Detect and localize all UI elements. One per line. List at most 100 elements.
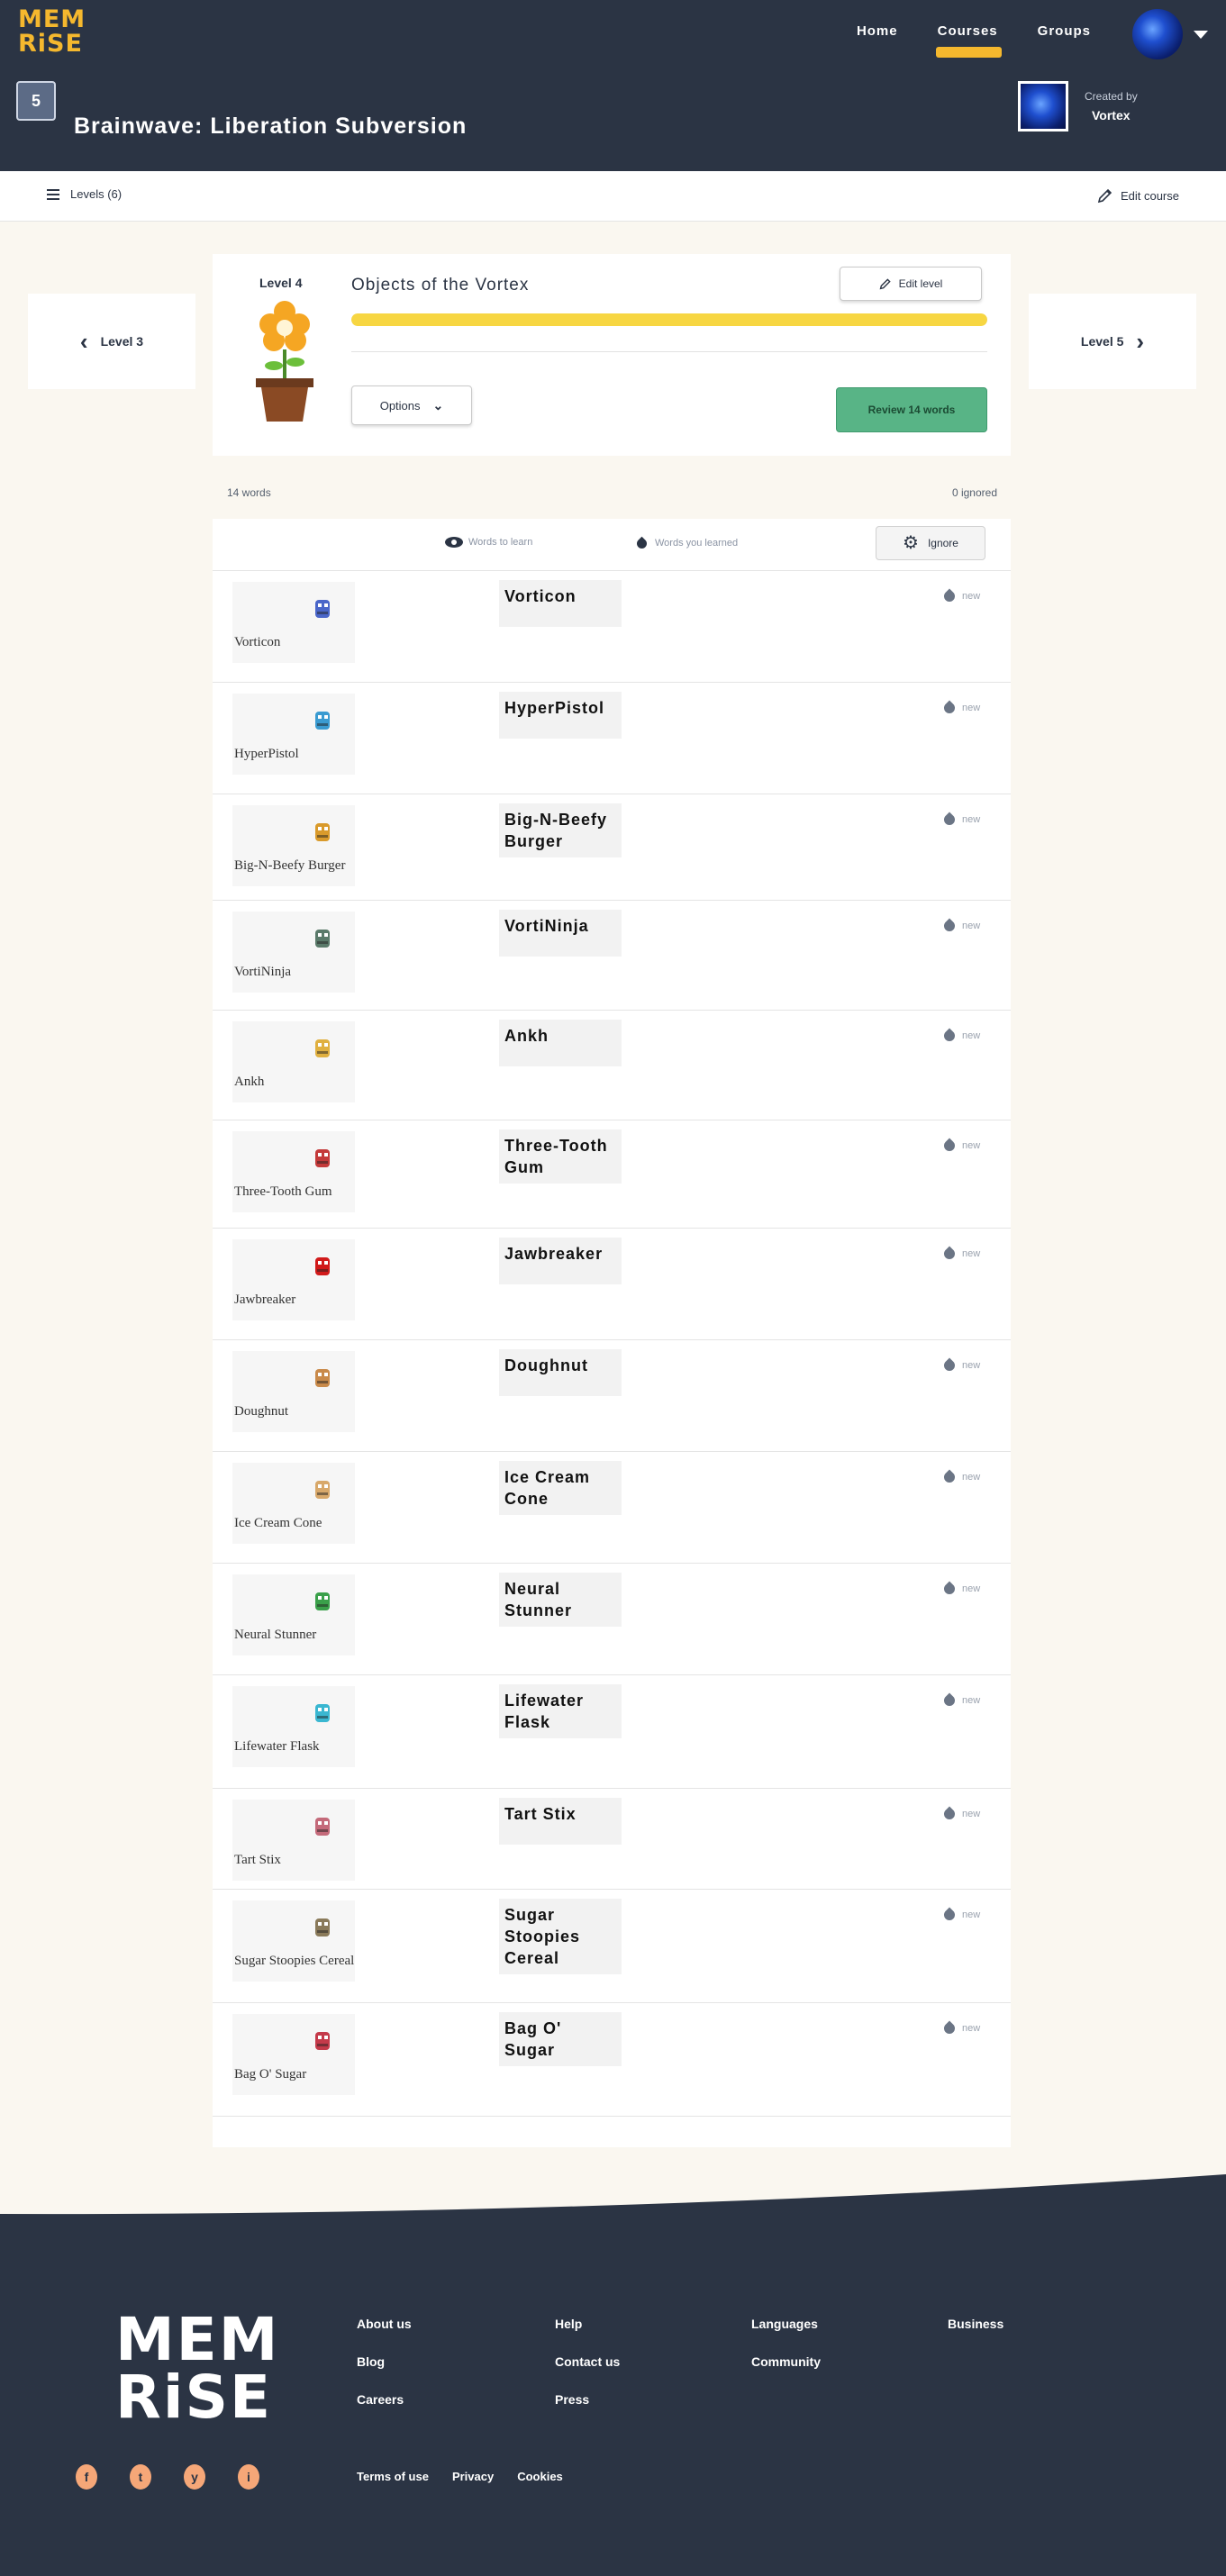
- definition-cell: Doughnut: [499, 1349, 622, 1396]
- table-row[interactable]: Ice Cream Cone Ice Cream Cone new: [213, 1452, 1011, 1564]
- level-progress-bar: [351, 313, 987, 326]
- course-icon-text: 5: [31, 91, 41, 110]
- word-status: new: [941, 1581, 981, 1597]
- table-row[interactable]: Jawbreaker Jawbreaker new: [213, 1229, 1011, 1340]
- table-row[interactable]: Three-Tooth Gum Three-Tooth Gum new: [213, 1120, 1011, 1229]
- word-status-label: new: [962, 2023, 981, 2034]
- drop-icon: [941, 1357, 958, 1374]
- facebook-icon[interactable]: f: [76, 2464, 97, 2490]
- footer-link[interactable]: Contact us: [555, 2354, 620, 2369]
- word-status-label: new: [962, 1360, 981, 1371]
- footer-logo[interactable]: MEM RiSE: [115, 2305, 280, 2427]
- legend-to-learn-label: Words to learn: [468, 537, 533, 548]
- levels-link[interactable]: Levels (6): [47, 187, 122, 201]
- chevron-right-icon: ›: [1136, 327, 1145, 355]
- definition-cell: Jawbreaker: [499, 1238, 622, 1284]
- footer-link[interactable]: Community: [751, 2354, 821, 2369]
- twitter-icon[interactable]: t: [130, 2464, 151, 2490]
- table-row[interactable]: Lifewater Flask Lifewater Flask new: [213, 1675, 1011, 1789]
- stix-sprite: [308, 1812, 337, 1841]
- word-status: new: [941, 1469, 981, 1485]
- footer-link[interactable]: Business: [948, 2317, 1004, 2331]
- word-status: new: [941, 1692, 980, 1709]
- legend-learned: Words you learned: [634, 536, 738, 551]
- drop-icon: [941, 1028, 958, 1044]
- footer-link[interactable]: Blog: [357, 2354, 412, 2369]
- drop-icon: [941, 1581, 958, 1597]
- table-row[interactable]: VortiNinja VortiNinja new: [213, 901, 1011, 1011]
- instagram-icon[interactable]: i: [238, 2464, 259, 2490]
- creator-name[interactable]: Vortex: [1092, 108, 1131, 122]
- thing-label: Neural Stunner: [234, 1628, 317, 1642]
- pistol-sprite: [308, 706, 337, 735]
- table-row[interactable]: Ankh Ankh new: [213, 1011, 1011, 1120]
- youtube-icon[interactable]: y: [184, 2464, 205, 2490]
- word-status-label: new: [962, 1472, 981, 1483]
- nav-groups[interactable]: Groups: [1038, 23, 1091, 39]
- footer-link[interactable]: Privacy: [452, 2470, 494, 2483]
- legal-links: Terms of use Privacy Cookies: [357, 2470, 563, 2483]
- pencil-icon: [879, 278, 891, 290]
- flask-sprite: [308, 1699, 337, 1728]
- table-row[interactable]: Tart Stix Tart Stix new: [213, 1789, 1011, 1890]
- table-row[interactable]: Sugar Stoopies Cereal Sugar Stoopies Cere…: [213, 1890, 1011, 2003]
- edit-course-button[interactable]: Edit course: [1097, 187, 1179, 204]
- table-row[interactable]: Doughnut Doughnut new: [213, 1340, 1011, 1452]
- flower-pot-icon: [256, 301, 313, 422]
- table-row[interactable]: Bag O' Sugar Bag O' Sugar new: [213, 2003, 1011, 2117]
- footer: MEM RiSE About us Blog Careers Help Cont…: [0, 2223, 1226, 2576]
- drop-icon: [941, 1246, 958, 1262]
- footer-link[interactable]: Help: [555, 2317, 620, 2331]
- thing-label: Ankh: [234, 1075, 265, 1089]
- pencil-icon: [1097, 188, 1112, 204]
- nav-home[interactable]: Home: [857, 23, 898, 39]
- footer-col-1: About us Blog Careers: [357, 2317, 412, 2407]
- list-icon: [47, 188, 59, 200]
- drop-icon: [941, 1806, 958, 1822]
- thing-cell: Lifewater Flask: [232, 1686, 355, 1767]
- footer-link[interactable]: Languages: [751, 2317, 821, 2331]
- prev-level-button[interactable]: ‹ Level 3: [28, 294, 195, 389]
- footer-link[interactable]: About us: [357, 2317, 412, 2331]
- table-row[interactable]: HyperPistol HyperPistol new: [213, 683, 1011, 794]
- review-button[interactable]: Review 14 words: [836, 387, 987, 432]
- user-avatar[interactable]: [1132, 9, 1183, 59]
- word-status: new: [941, 1806, 980, 1822]
- table-row[interactable]: Neural Stunner Neural Stunner new: [213, 1564, 1011, 1675]
- thing-cell: Bag O' Sugar: [232, 2014, 355, 2095]
- nav-courses[interactable]: Courses: [935, 23, 1002, 58]
- word-status: new: [941, 1907, 980, 1923]
- word-status-label: new: [962, 591, 981, 602]
- options-dropdown[interactable]: Options ⌄: [351, 385, 472, 425]
- ignored-count: 0 ignored: [951, 486, 997, 499]
- thing-cell: Ankh: [232, 1021, 355, 1102]
- drop-icon: [941, 1138, 958, 1154]
- drop-icon: [941, 1692, 958, 1709]
- footer-link[interactable]: Cookies: [517, 2470, 563, 2483]
- thing-label: Lifewater Flask: [234, 1739, 320, 1754]
- ignore-settings-button[interactable]: ⚙ Ignore: [876, 526, 985, 560]
- definition-cell: VortiNinja: [499, 910, 622, 957]
- account-menu-caret-icon[interactable]: [1194, 31, 1208, 39]
- drop-icon: [941, 1469, 958, 1485]
- footer-link[interactable]: Careers: [357, 2392, 412, 2407]
- course-icon: 5: [16, 81, 56, 121]
- table-row[interactable]: Vorticon Vorticon new: [213, 571, 1011, 683]
- next-level-button[interactable]: Level 5 ›: [1029, 294, 1196, 389]
- footer-logo-line-1: MEM: [115, 2305, 280, 2374]
- definition-cell: Lifewater Flask: [499, 1684, 622, 1738]
- divider: [351, 351, 987, 352]
- footer-link[interactable]: Press: [555, 2392, 620, 2407]
- memrise-logo[interactable]: MEM RiSE: [18, 7, 86, 56]
- table-row[interactable]: Big-N-Beefy Burger Big-N-Beefy Burger new: [213, 794, 1011, 901]
- word-status-label: new: [962, 1583, 981, 1594]
- thing-label: Jawbreaker: [234, 1293, 296, 1307]
- footer-link[interactable]: Terms of use: [357, 2470, 429, 2483]
- cereal-sprite: [308, 1913, 337, 1942]
- edit-level-button[interactable]: Edit level: [840, 267, 982, 301]
- sugarbag-sprite: [308, 2027, 337, 2055]
- word-status: new: [941, 700, 980, 716]
- drop-icon: [941, 1907, 958, 1923]
- prev-level-label: Level 3: [100, 334, 144, 349]
- creator-avatar[interactable]: [1018, 81, 1068, 132]
